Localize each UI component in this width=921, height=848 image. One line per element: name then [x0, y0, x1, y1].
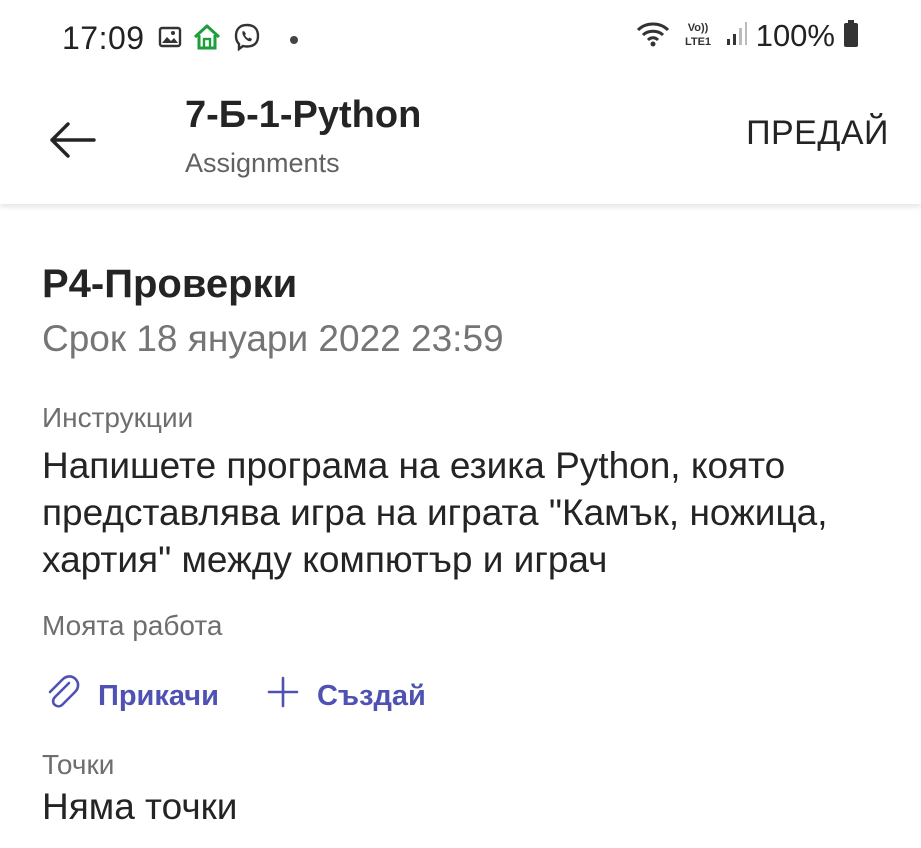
status-time: 17:09 [62, 20, 145, 56]
svg-text:Vo)): Vo)) [687, 22, 708, 34]
attach-button[interactable]: Прикачи [42, 672, 219, 720]
paperclip-icon [42, 672, 82, 720]
create-label: Създай [316, 679, 426, 712]
image-icon [158, 25, 182, 54]
status-bar: 17:09 Vo)) LTE1 100% [0, 0, 921, 80]
more-notifications-dot [290, 35, 298, 44]
class-title: 7-Б-1-Python [185, 94, 422, 136]
my-work-label: Моята работа [42, 610, 223, 641]
volte-icon: Vo)) LTE1 [678, 19, 718, 54]
create-button[interactable]: Създай [265, 674, 426, 718]
section-subtitle: Assignments [185, 148, 340, 178]
submit-button[interactable]: ПРЕДАЙ [746, 114, 889, 153]
notification-icons [158, 22, 298, 57]
battery-icon [843, 19, 859, 53]
svg-text:LTE1: LTE1 [685, 36, 711, 48]
home-icon [192, 23, 222, 56]
system-icons: Vo)) LTE1 100% [636, 18, 859, 54]
assignment-title: Р4-Проверки [42, 262, 298, 306]
battery-percent: 100% [755, 18, 835, 53]
instructions-label: Инструкции [42, 402, 194, 433]
attach-label: Прикачи [98, 679, 219, 712]
due-date: Срок 18 януари 2022 23:59 [42, 318, 504, 359]
back-arrow-icon[interactable] [44, 112, 100, 168]
viber-icon [232, 22, 262, 57]
plus-icon [265, 674, 301, 718]
app-bar: 7-Б-1-Python Assignments ПРЕДАЙ [0, 80, 921, 204]
points-value: Няма точки [42, 786, 238, 827]
signal-icon [726, 21, 748, 52]
instructions-text: Напишете програма на езика Python, която… [42, 445, 828, 580]
my-work-actions: Прикачи Създай [42, 672, 426, 720]
points-label: Точки [42, 749, 115, 780]
wifi-icon [636, 20, 670, 53]
